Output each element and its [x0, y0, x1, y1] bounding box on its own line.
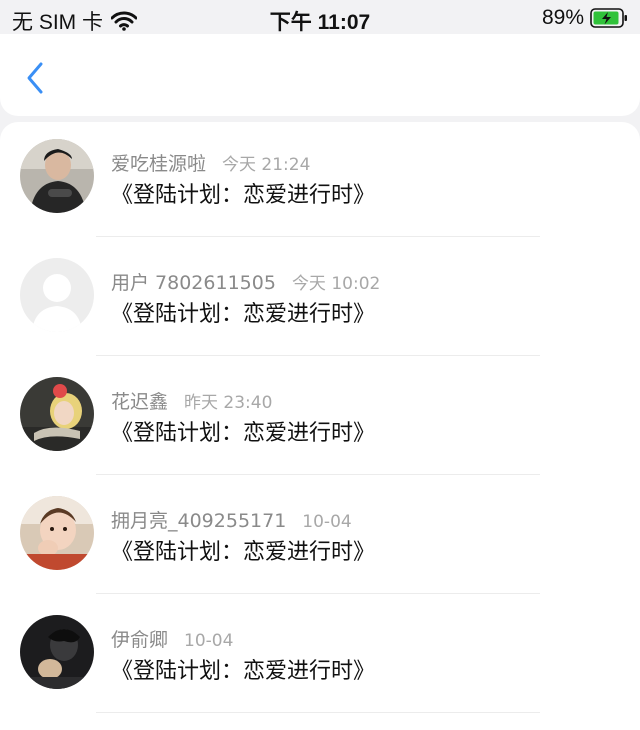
timestamp: 今天 10:02 — [291, 274, 381, 294]
message-list: 爱吃桂源啦 今天 21:24 《登陆计划：恋爱进行时》 用户 780261150… — [0, 122, 640, 730]
avatar[interactable] — [20, 615, 94, 689]
item-title: 《登陆计划：恋爱进行时》 — [111, 183, 376, 208]
list-item[interactable]: 花迟鑫 昨天 23:40 《登陆计划：恋爱进行时》 — [0, 360, 640, 480]
timestamp: 昨天 23:40 — [184, 393, 273, 413]
username: 花迟鑫 — [111, 391, 169, 413]
timestamp: 10-04 — [302, 512, 352, 532]
timestamp: 今天 21:24 — [222, 155, 311, 175]
avatar[interactable] — [20, 496, 94, 570]
avatar-default[interactable] — [20, 258, 94, 332]
divider — [96, 355, 540, 356]
list-item[interactable]: 爱吃桂源啦 今天 21:24 《登陆计划：恋爱进行时》 — [0, 122, 640, 242]
divider — [96, 474, 540, 475]
list-item[interactable]: 用户 7802611505 今天 10:02 《登陆计划：恋爱进行时》 — [0, 241, 640, 361]
avatar[interactable] — [20, 139, 94, 213]
avatar[interactable] — [20, 377, 94, 451]
divider — [96, 593, 540, 594]
item-title: 《登陆计划：恋爱进行时》 — [111, 302, 376, 327]
nav-header — [0, 34, 640, 116]
battery-percent: 89% — [541, 6, 584, 29]
back-button[interactable] — [18, 58, 52, 98]
username: 拥月亮_409255171 — [111, 510, 287, 532]
username: 爱吃桂源啦 — [111, 153, 207, 175]
battery-charging-icon — [590, 8, 628, 28]
username: 用户 7802611505 — [111, 272, 276, 294]
status-bar: 无 SIM 卡 下午 11:07 89% — [0, 0, 640, 38]
divider — [96, 236, 540, 237]
item-title: 《登陆计划：恋爱进行时》 — [111, 421, 376, 446]
item-title: 《登陆计划：恋爱进行时》 — [111, 540, 376, 565]
username: 伊俞卿 — [111, 629, 169, 651]
list-item[interactable]: 伊俞卿 10-04 《登陆计划：恋爱进行时》 — [0, 598, 640, 718]
list-item[interactable]: 拥月亮_409255171 10-04 《登陆计划：恋爱进行时》 — [0, 479, 640, 599]
timestamp: 10-04 — [184, 631, 234, 651]
chevron-left-icon — [27, 62, 43, 94]
divider — [96, 712, 540, 713]
item-title: 《登陆计划：恋爱进行时》 — [111, 659, 376, 684]
